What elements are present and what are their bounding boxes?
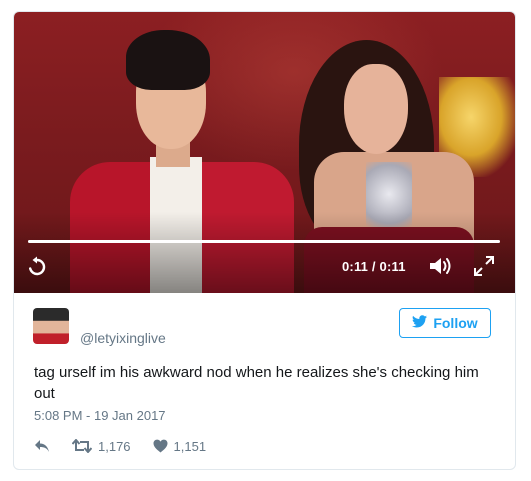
follow-label: Follow bbox=[433, 315, 478, 331]
retweet-icon bbox=[72, 439, 92, 453]
expand-icon[interactable] bbox=[473, 255, 495, 277]
avatar[interactable] bbox=[33, 308, 69, 344]
heart-icon bbox=[153, 439, 168, 453]
tweet-timestamp[interactable]: 5:08 PM - 19 Jan 2017 bbox=[34, 408, 166, 423]
reply-button[interactable] bbox=[34, 439, 50, 453]
tweet-text: tag urself im his awkward nod when he re… bbox=[34, 364, 479, 402]
woman-face bbox=[344, 64, 408, 154]
tweet-actions: 1,176 1,151 bbox=[34, 436, 228, 456]
embedded-tweet-card: 0:11 / 0:11 @letyixinglive Follow tag ur… bbox=[13, 11, 516, 470]
reply-icon bbox=[34, 439, 50, 453]
man-hair bbox=[126, 30, 210, 90]
follow-button[interactable]: Follow bbox=[399, 308, 491, 338]
replay-icon[interactable] bbox=[26, 256, 48, 278]
like-button[interactable]: 1,151 bbox=[153, 438, 207, 454]
volume-icon[interactable] bbox=[428, 255, 454, 277]
video-player[interactable]: 0:11 / 0:11 bbox=[14, 12, 515, 293]
controls-shade bbox=[14, 212, 515, 293]
twitter-bird-icon bbox=[412, 315, 428, 331]
retweet-button[interactable]: 1,176 bbox=[72, 439, 131, 454]
progress-bar[interactable] bbox=[28, 240, 500, 243]
retweet-count: 1,176 bbox=[98, 438, 131, 454]
user-handle[interactable]: @letyixinglive bbox=[80, 330, 166, 346]
time-display: 0:11 / 0:11 bbox=[342, 259, 406, 274]
like-count: 1,151 bbox=[173, 438, 207, 454]
progress-fill bbox=[28, 240, 500, 243]
